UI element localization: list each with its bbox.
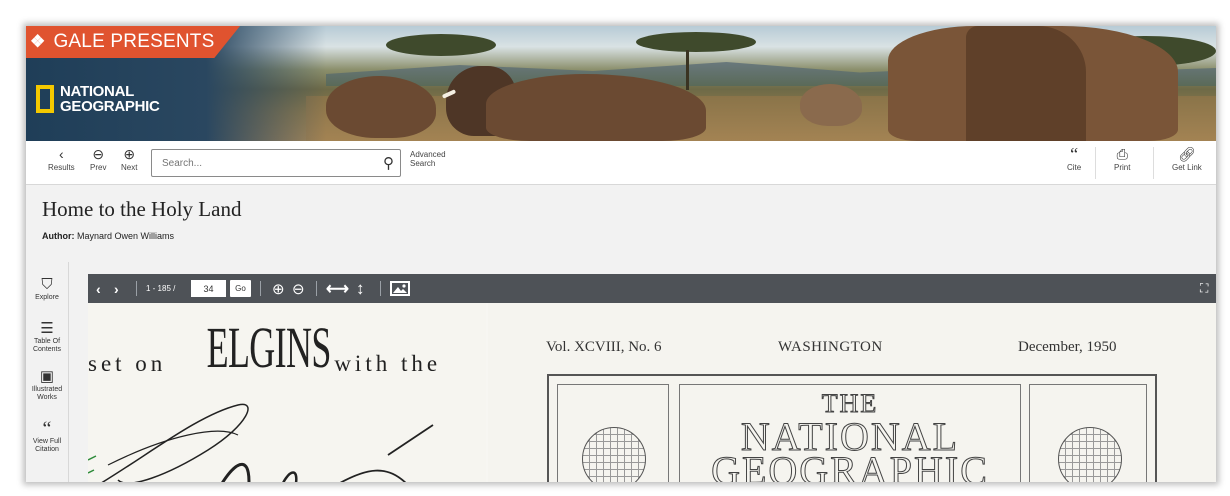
circle-arrow-right-icon: ⊕ [123, 146, 136, 162]
search-icon[interactable]: ⚲ [383, 154, 394, 172]
image-icon[interactable] [390, 274, 410, 303]
banner-elephant-ear [966, 26, 1086, 141]
rail-illustrated-label-2: Works [37, 394, 57, 401]
results-button[interactable]: ‹ Results [48, 145, 75, 172]
cover-right-panel [1029, 384, 1147, 482]
cite-button[interactable]: “ Cite [1067, 145, 1081, 172]
zoom-in-icon[interactable]: ⊕ [272, 274, 285, 303]
next-button[interactable]: ⊕ Next [121, 145, 137, 172]
viewer-divider [136, 281, 137, 296]
advanced-search-line-1: Advanced [410, 150, 446, 159]
gale-logo-icon: ❖ [30, 32, 46, 51]
advanced-search-link[interactable]: Advanced Search [410, 150, 446, 168]
natgeo-line-2: GEOGRAPHIC [60, 98, 160, 115]
fullscreen-icon[interactable]: ⛶ [1200, 274, 1208, 303]
cover-left-panel [557, 384, 669, 482]
zoom-out-icon[interactable]: ⊖ [292, 274, 305, 303]
rail-table-of-contents[interactable]: ☰ Table Of Contents [26, 320, 68, 354]
header-banner: ❖ GALE PRESENTS NATIONAL GEOGRAPHIC [26, 26, 1216, 141]
document-title: Home to the Holy Land [42, 197, 242, 221]
banner-tree-trunk [686, 50, 689, 90]
issue-date: December, 1950 [1018, 339, 1117, 355]
magazine-cover-frame: THE NATIONAL GEOGRAPHIC [547, 374, 1157, 482]
print-button[interactable]: ⎙ Print [1114, 145, 1130, 172]
rail-illustrated-works[interactable]: ▣ Illustrated Works [26, 368, 68, 402]
banner-tree [386, 34, 496, 56]
fit-height-icon[interactable]: ↕ [356, 274, 365, 303]
rail-explore[interactable]: ⛉ Explore [26, 276, 68, 302]
author-label: Author: [42, 231, 75, 241]
prev-button[interactable]: ⊖ Prev [90, 145, 106, 172]
link-icon: 🔗︎ [1178, 146, 1196, 162]
printer-icon: ⎙ [1116, 146, 1128, 162]
toolbar-divider [1095, 147, 1096, 179]
prev-label: Prev [90, 163, 107, 172]
chevron-left-icon[interactable]: ‹ [96, 274, 101, 303]
rail-explore-label: Explore [35, 294, 59, 301]
ad-text-post: with the [334, 351, 442, 376]
app-frame: ❖ GALE PRESENTS NATIONAL GEOGRAPHIC ‹ Re… [26, 26, 1216, 482]
natgeo-yellow-frame-icon [36, 85, 54, 113]
issue-city: WASHINGTON [778, 339, 883, 355]
scan-right-page: Vol. XCVIII, No. 6 WASHINGTON December, … [488, 303, 1216, 482]
rail-citation-label-2: Citation [35, 446, 59, 453]
go-button[interactable]: Go [230, 280, 251, 297]
globe-icon [1058, 427, 1122, 482]
cite-label: Cite [1067, 163, 1082, 172]
rail-citation-label-1: View Full [32, 438, 62, 445]
rail-toc-label-2: Contents [32, 346, 62, 353]
page-scan-area: set on ELGINS with the Vol. XCVIII, No. … [88, 303, 1216, 482]
get-link-label: Get Link [1172, 163, 1202, 172]
gale-presents-text: GALE PRESENTS [53, 31, 215, 52]
chevron-right-icon[interactable]: › [114, 274, 119, 303]
document-toolbar: ‹ Results ⊖ Prev ⊕ Next ⚲ Advanced Searc… [26, 141, 1216, 185]
globe-icon [582, 427, 646, 482]
get-link-button[interactable]: 🔗︎ Get Link [1172, 145, 1202, 172]
search-input[interactable] [160, 156, 374, 170]
ad-text-pre: set on [88, 351, 167, 376]
print-label: Print [1114, 163, 1131, 172]
advanced-search-line-2: Search [410, 159, 436, 168]
chevron-left-icon: ‹ [59, 146, 64, 162]
rail-illustrated-label-1: Illustrated [31, 386, 63, 393]
natgeo-line-1: NATIONAL [60, 83, 134, 100]
rail-toc-label-1: Table Of [33, 338, 61, 345]
natgeo-logo[interactable]: NATIONAL GEOGRAPHIC [36, 84, 160, 114]
cover-title-geographic: GEOGRAPHIC [711, 448, 989, 483]
script-handwriting [88, 403, 434, 482]
banner-elephant [800, 84, 862, 126]
circle-arrow-left-icon: ⊖ [92, 146, 105, 162]
issue-volume: Vol. XCVIII, No. 6 [546, 339, 662, 355]
gale-presents-tag[interactable]: ❖ GALE PRESENTS [26, 26, 240, 58]
toolbar-divider [1153, 147, 1154, 179]
quote-icon: “ [42, 418, 52, 440]
ad-brand-text: ELGINS [206, 315, 332, 380]
document-header: Home to the Holy Land Author: Maynard Ow… [26, 185, 1216, 261]
rail-view-full-citation[interactable]: “ View Full Citation [26, 418, 68, 454]
image-icon: ▣ [39, 368, 55, 385]
tool-rail: ⛉ Explore ☰ Table Of Contents ▣ Illustra… [26, 262, 69, 482]
search-field: ⚲ [151, 149, 401, 177]
page-viewer-toolbar: ‹ › 1 - 185 / Go ⊕ ⊖ ⟷ ↕ ⛶ [88, 274, 1216, 303]
banner-tree [636, 32, 756, 52]
fit-width-icon[interactable]: ⟷ [326, 274, 349, 303]
viewer-divider [316, 281, 317, 296]
cover-title-panel: THE NATIONAL GEOGRAPHIC [679, 384, 1021, 482]
page-number-input[interactable] [191, 280, 226, 297]
scan-left-page: set on ELGINS with the [88, 303, 486, 482]
banner-elephant [326, 76, 436, 138]
next-label: Next [121, 163, 138, 172]
page-range: 1 - 185 / [146, 284, 176, 293]
list-icon: ☰ [40, 320, 54, 337]
viewer-divider [380, 281, 381, 296]
quote-icon: “ [1070, 144, 1079, 164]
binoculars-icon: ⛉ [41, 276, 53, 293]
author-line: Author: Maynard Owen Williams [42, 231, 174, 241]
natgeo-wordmark: NATIONAL GEOGRAPHIC [60, 84, 160, 114]
advertisement-headline: set on ELGINS with the [88, 319, 441, 377]
author-name[interactable]: Maynard Owen Williams [77, 231, 174, 241]
viewer-divider [260, 281, 261, 296]
results-label: Results [48, 163, 75, 172]
